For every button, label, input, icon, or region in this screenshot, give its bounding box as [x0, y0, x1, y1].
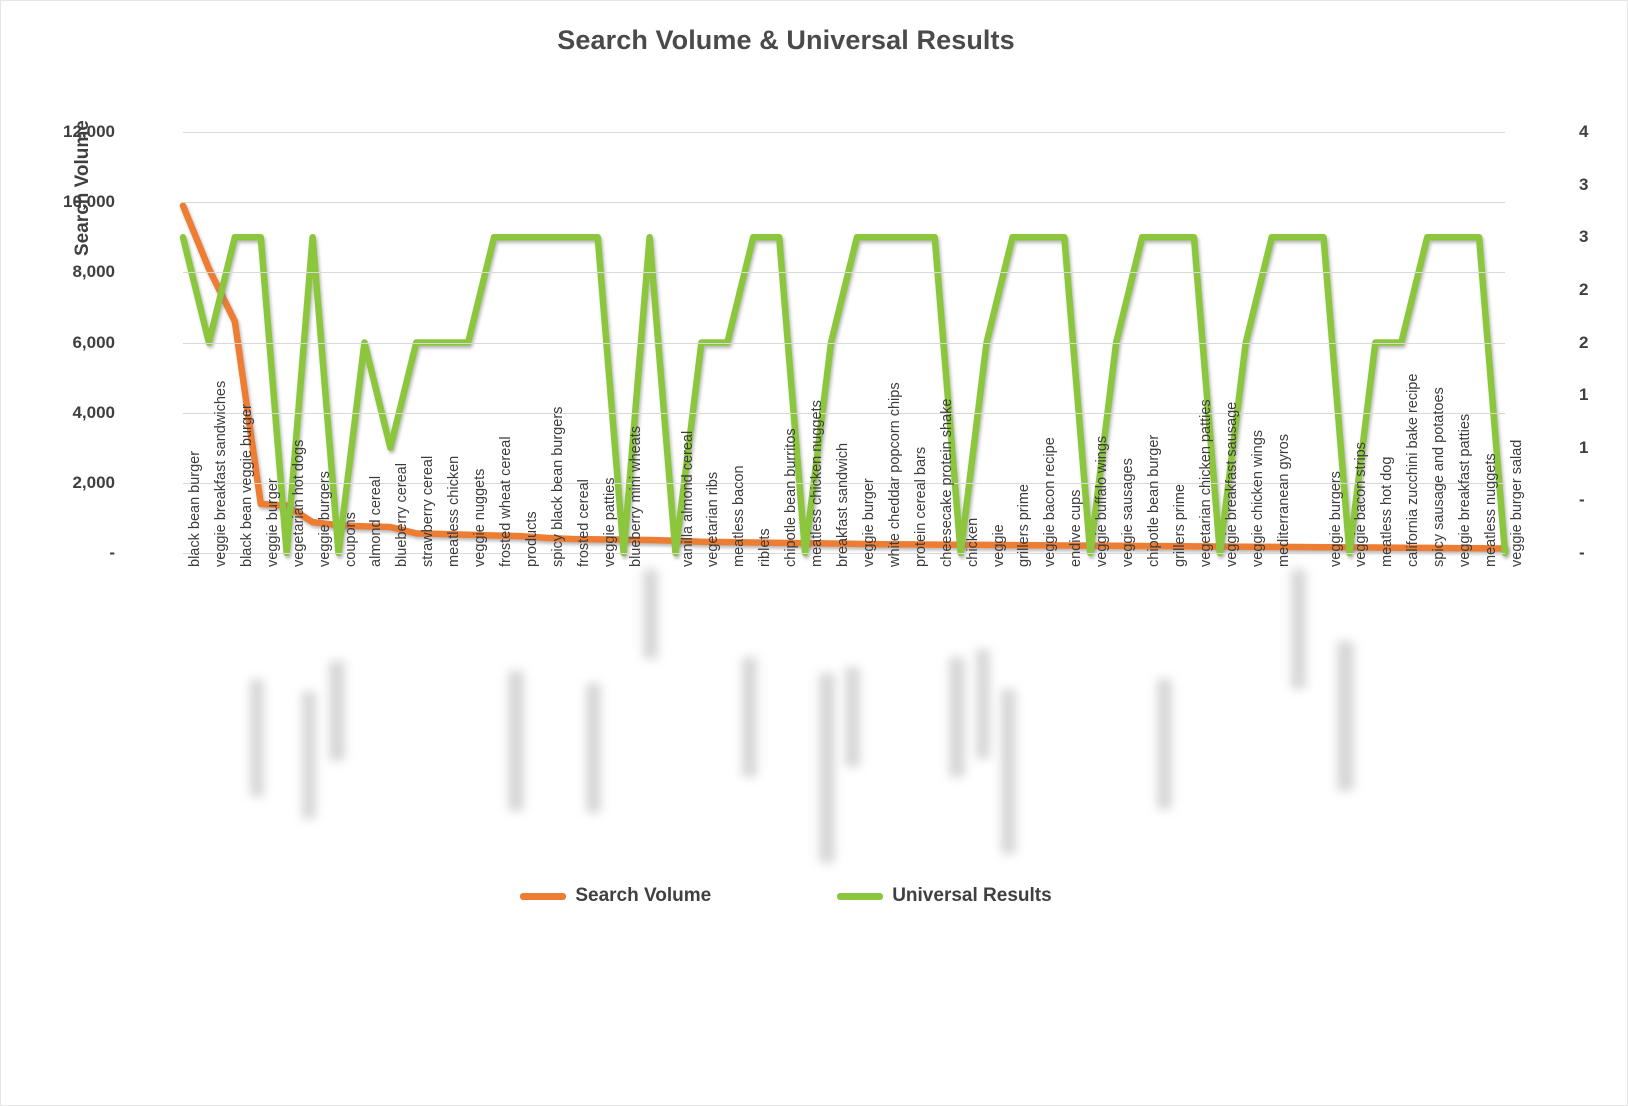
legend-label: Universal Results — [892, 885, 1052, 906]
x-axis-label: spicy sausage and potatoes — [1431, 387, 1448, 567]
x-axis-label: protein cereal bars — [912, 446, 929, 567]
x-axis-label: meatless chicken — [446, 455, 463, 567]
x-axis-label: meatless chicken nuggets — [809, 400, 826, 567]
y-axis-left-tick-label: 12,000 — [63, 122, 115, 141]
x-axis-label: chipotle bean burritos — [783, 428, 800, 567]
x-axis-label: meatless nuggets — [1483, 453, 1500, 567]
y-axis-right-tick-label: 2 — [1579, 279, 1589, 299]
redacted-x-label-smear — [741, 657, 757, 777]
x-axis-labels: black bean burger veggie breakfast sandwi… — [183, 374, 1525, 863]
legend-swatch-icon — [837, 892, 884, 900]
redacted-x-label-smear — [975, 649, 990, 759]
redacted-x-label-smear — [586, 683, 602, 813]
gridline — [183, 202, 1505, 204]
y-axis-left-tick-label: 4,000 — [72, 402, 115, 422]
chart-title: Search Volume & Universal Results — [557, 25, 1015, 55]
legend-label: Search Volume — [575, 885, 712, 906]
redacted-x-label-smear — [1156, 679, 1172, 809]
x-axis-label: blueberry cereal — [394, 463, 411, 567]
y-axis-left-tick-label: 6,000 — [72, 332, 115, 352]
redacted-x-label-smear — [819, 673, 836, 863]
y-axis-right-tick-label: 3 — [1579, 174, 1589, 194]
x-axis-label: veggie breakfast sausage — [1223, 401, 1240, 567]
x-axis-label: chicken — [964, 517, 981, 567]
x-axis-label: vanilla almond cereal — [679, 430, 696, 567]
x-axis-label: white cheddar popcorn chips — [886, 382, 903, 567]
x-axis-label: mediterranean gyros — [1275, 434, 1292, 567]
y-axis-left-tick-label: 10,000 — [63, 192, 115, 212]
x-axis-label: veggie nuggets — [472, 468, 489, 567]
x-axis-label: veggie burger — [264, 478, 281, 567]
x-axis-label: cheesecake protein shake — [938, 398, 955, 567]
x-axis-label: vegetarian hot dogs — [290, 439, 307, 567]
x-axis-label: black bean veggie burger — [238, 404, 255, 567]
x-axis-label: vegetarian ribs — [705, 471, 722, 567]
x-axis-label: frosted wheat cereal — [498, 436, 515, 567]
redacted-x-label-smear — [249, 679, 264, 797]
x-axis-label: veggie bacon strips — [1353, 442, 1370, 567]
redacted-x-label-smear — [845, 667, 861, 767]
y-axis-right-tick-label: 2 — [1579, 332, 1589, 352]
x-axis-label: vegetarian chicken patties — [1197, 399, 1214, 567]
x-axis-label: veggie — [990, 524, 1007, 567]
x-axis-label: veggie burger — [860, 478, 877, 567]
x-axis-label: veggie burgers — [316, 471, 333, 567]
legend-item[interactable]: Universal Results — [837, 885, 1052, 907]
x-axis-label: california zucchini bake recipe — [1405, 373, 1422, 567]
chart-container: Search Volume & Universal Results Search… — [0, 0, 1628, 1106]
x-axis-label: riblets — [757, 528, 774, 567]
redacted-x-label — [642, 569, 658, 659]
gridline — [183, 272, 1505, 274]
y-axis-right-tick-label: 3 — [1579, 227, 1589, 247]
chart-legend: Search Volume Universal Results — [1, 885, 1571, 907]
x-axis-label: breakfast sandwich — [835, 442, 852, 567]
x-axis-label: products — [523, 511, 540, 567]
x-axis-label: veggie sausages — [1120, 458, 1137, 567]
y-axis-right-tick-label: 1 — [1579, 437, 1589, 457]
x-axis-label: veggie burgers — [1327, 471, 1344, 567]
gridline — [183, 342, 1505, 344]
x-axis-label: spicy black bean burgers — [549, 406, 566, 567]
redacted-x-label-partial — [328, 661, 345, 761]
legend-item[interactable]: Search Volume — [520, 885, 711, 907]
x-axis-label: meatless bacon — [731, 465, 748, 567]
x-axis-label: blueberry mini wheats — [627, 425, 644, 567]
x-axis-label: veggie patties — [601, 477, 618, 567]
x-axis-label: veggie bacon recipe — [1042, 437, 1059, 567]
x-axis-label: strawberry cereal — [420, 455, 437, 567]
redacted-x-label-smear — [1000, 689, 1016, 854]
y-axis-right-tick-label: - — [1579, 543, 1585, 562]
legend-swatch-icon — [520, 892, 567, 900]
x-axis-label: coupons — [342, 512, 359, 567]
y-axis-left-tick-label: 8,000 — [72, 262, 115, 282]
y-axis-right-tick-label: 4 — [1579, 122, 1589, 141]
x-axis-label: veggie buffalo wings — [1094, 435, 1111, 567]
x-axis-label: grillers prime — [1016, 484, 1033, 567]
y-axis-right-tick-label: - — [1579, 490, 1585, 510]
gridline — [183, 132, 1505, 133]
x-axis-label: black bean burger — [187, 450, 203, 567]
redacted-x-label — [1290, 569, 1306, 689]
redacted-x-label-smear — [1336, 641, 1354, 791]
redacted-x-label-smear — [507, 671, 524, 811]
x-axis-label: veggie breakfast sandwiches — [212, 380, 229, 567]
gridline — [183, 412, 1505, 414]
y-axis-left-tick-label: - — [109, 543, 115, 562]
x-axis-label: endive cups — [1068, 489, 1085, 567]
x-axis-label: grillers prime — [1172, 484, 1189, 567]
redacted-x-label-smear — [948, 657, 965, 777]
x-axis-label: frosted cereal — [575, 479, 592, 567]
x-axis-label: veggie burger salad — [1509, 439, 1525, 567]
redacted-x-label-smear — [301, 691, 316, 819]
x-axis-label: meatless hot dog — [1379, 456, 1396, 567]
y-axis-left-tick-label: 2,000 — [72, 472, 115, 492]
y-axis-right-tick-label: 1 — [1579, 385, 1589, 405]
x-axis-label: chipotle bean burger — [1146, 434, 1163, 567]
x-axis-label: veggie breakfast patties — [1457, 413, 1474, 567]
x-axis-label: almond cereal — [368, 475, 385, 567]
x-axis-label: veggie chicken wings — [1249, 429, 1266, 567]
